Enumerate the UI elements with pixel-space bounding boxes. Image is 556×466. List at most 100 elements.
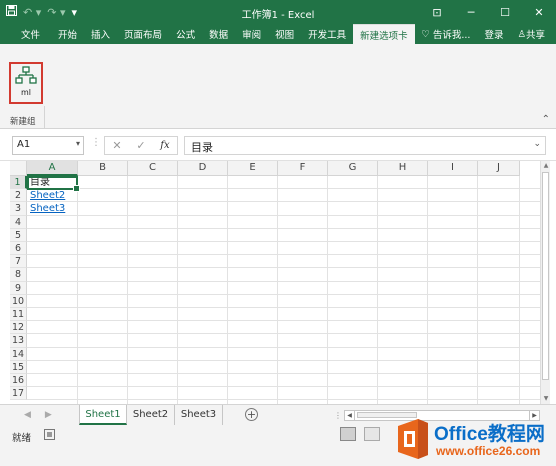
sheet-tab-sheet1[interactable]: Sheet1	[79, 405, 127, 425]
row-header-6[interactable]: 6	[10, 242, 27, 256]
formula-input[interactable]: 目录 ⌄	[184, 136, 546, 155]
row-header-13[interactable]: 13	[10, 334, 27, 348]
column-header-a[interactable]: A	[27, 161, 78, 176]
tab-review[interactable]: 审阅	[235, 24, 268, 44]
column-header-j[interactable]: J	[478, 161, 520, 176]
gridline-vertical	[77, 176, 78, 404]
column-header-c[interactable]: C	[128, 161, 178, 176]
worksheet-grid[interactable]: A B C D E F G H I J 1 2 3 4 5 6 7 8 9 10 11 12 13 14 15 16 17 目录 She…	[10, 161, 540, 404]
gridline-horizontal	[27, 399, 540, 401]
gridline-horizontal	[27, 214, 540, 216]
ribbon-display-icon[interactable]: ⊡	[420, 0, 454, 24]
expand-formula-icon[interactable]: ⌄	[533, 139, 541, 149]
prev-sheet-icon[interactable]: ◀	[24, 410, 31, 420]
name-box-value: A1	[17, 139, 31, 150]
row-header-10[interactable]: 10	[10, 294, 27, 308]
formula-buttons: ✕ ✓ fx	[104, 136, 178, 155]
row-header-16[interactable]: 16	[10, 374, 27, 388]
lightbulb-icon: ♡	[421, 28, 433, 40]
gridline-horizontal	[27, 201, 540, 203]
column-header-i[interactable]: I	[428, 161, 478, 176]
ml-macro-button[interactable]: ml	[9, 62, 43, 104]
macro-record-icon[interactable]	[44, 429, 55, 440]
row-header-5[interactable]: 5	[10, 228, 27, 242]
row-header-14[interactable]: 14	[10, 347, 27, 361]
scroll-left-icon[interactable]: ◀	[345, 411, 355, 420]
tab-split-handle-icon[interactable]: ⋮	[334, 411, 342, 420]
org-chart-icon	[15, 66, 37, 84]
hyperlink-cell-a2[interactable]: Sheet2	[27, 189, 65, 202]
chevron-down-icon[interactable]: ▾	[76, 139, 80, 148]
row-header-9[interactable]: 9	[10, 281, 27, 295]
tell-me-box[interactable]: ♡ 告诉我...	[414, 24, 477, 44]
tab-new-tab[interactable]: 新建选项卡	[353, 24, 415, 44]
watermark-brand: Office教程网	[434, 424, 545, 445]
scroll-up-icon[interactable]: ▲	[541, 161, 551, 171]
row-header-2[interactable]: 2	[10, 189, 27, 203]
tab-file[interactable]: 文件	[14, 24, 47, 44]
scroll-down-icon[interactable]: ▼	[541, 394, 551, 404]
gridline-vertical	[277, 176, 278, 404]
column-header-d[interactable]: D	[178, 161, 228, 176]
hyperlink-cell-a3[interactable]: Sheet3	[27, 202, 65, 215]
row-header-7[interactable]: 7	[10, 255, 27, 269]
gridline-horizontal	[27, 346, 540, 348]
gridline-horizontal	[27, 254, 540, 256]
row-header-11[interactable]: 11	[10, 308, 27, 322]
row-header-1[interactable]: 1	[10, 176, 27, 190]
formula-bar-grip-icon[interactable]: ⋮	[91, 137, 101, 148]
share-button[interactable]: ♙ 共享	[510, 24, 552, 44]
tab-developer[interactable]: 开发工具	[301, 24, 353, 44]
row-header-4[interactable]: 4	[10, 215, 27, 229]
gridline-vertical	[519, 176, 520, 404]
login-link[interactable]: 登录	[477, 24, 510, 44]
select-all-corner[interactable]	[10, 161, 27, 176]
tab-insert[interactable]: 插入	[84, 24, 117, 44]
name-box[interactable]: A1 ▾	[12, 136, 84, 155]
normal-view-icon[interactable]	[340, 427, 356, 441]
column-header-e[interactable]: E	[228, 161, 278, 176]
vertical-scroll-thumb[interactable]	[542, 172, 549, 380]
tab-view[interactable]: 视图	[268, 24, 301, 44]
sheet-tab-sheet2[interactable]: Sheet2	[127, 405, 175, 425]
maximize-button[interactable]: ☐	[488, 0, 522, 24]
row-header-17[interactable]: 17	[10, 387, 27, 401]
gridline-vertical	[177, 176, 178, 404]
column-header-b[interactable]: B	[78, 161, 128, 176]
gridline-horizontal	[27, 227, 540, 229]
gridline-horizontal	[27, 280, 540, 282]
insert-function-button[interactable]: fx	[160, 140, 169, 151]
column-header-f[interactable]: F	[278, 161, 328, 176]
row-header-15[interactable]: 15	[10, 360, 27, 374]
active-cell-selection[interactable]	[27, 176, 80, 192]
title-row: ↶ ▾ ↷ ▾ ▾ 工作簿1 - Excel ⊡ ─ ☐ ✕	[0, 0, 556, 24]
collapse-ribbon-icon[interactable]: ⌃	[542, 114, 550, 125]
enter-icon[interactable]: ✓	[136, 139, 145, 152]
tab-page-layout[interactable]: 页面布局	[117, 24, 169, 44]
tab-data[interactable]: 数据	[202, 24, 235, 44]
ribbon-group-name: 新建组	[10, 117, 36, 127]
formula-value: 目录	[191, 141, 213, 154]
person-icon: ♙	[517, 28, 526, 40]
gridline-vertical	[477, 176, 478, 404]
row-header-8[interactable]: 8	[10, 268, 27, 282]
close-button[interactable]: ✕	[522, 0, 556, 24]
cancel-icon[interactable]: ✕	[112, 139, 121, 152]
tab-formulas[interactable]: 公式	[169, 24, 202, 44]
tab-home[interactable]: 开始	[51, 24, 84, 44]
column-header-g[interactable]: G	[328, 161, 378, 176]
add-sheet-icon[interactable]: +	[245, 408, 258, 421]
excel-window: ↶ ▾ ↷ ▾ ▾ 工作簿1 - Excel ⊡ ─ ☐ ✕ 文件 开始 插入 …	[0, 0, 556, 466]
minimize-button[interactable]: ─	[454, 0, 488, 24]
page-layout-view-icon[interactable]	[364, 427, 380, 441]
office26-watermark-logo: Office教程网 www.office26.com	[390, 413, 556, 466]
row-header-12[interactable]: 12	[10, 321, 27, 335]
vertical-scrollbar[interactable]: ▲ ▼	[540, 161, 550, 404]
status-ready: 就绪	[12, 433, 32, 444]
next-sheet-icon[interactable]: ▶	[45, 410, 52, 420]
row-header-3[interactable]: 3	[10, 202, 27, 216]
gridline-horizontal	[27, 188, 540, 190]
sheet-tab-sheet3[interactable]: Sheet3	[175, 405, 223, 425]
column-header-h[interactable]: H	[378, 161, 428, 176]
gridline-horizontal	[27, 307, 540, 308]
